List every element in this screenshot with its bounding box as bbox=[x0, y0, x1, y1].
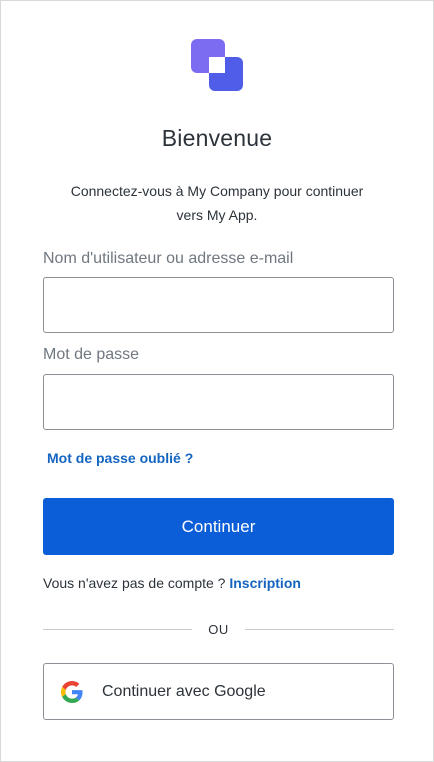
login-card: Bienvenue Connectez-vous à My Company po… bbox=[0, 0, 434, 762]
password-label: Mot de passe bbox=[43, 346, 140, 363]
subtitle-line-2: vers My App. bbox=[176, 207, 258, 223]
page-title: Bienvenue bbox=[161, 125, 273, 151]
or-divider: OU bbox=[43, 619, 394, 639]
divider-label: OU bbox=[208, 621, 229, 637]
app-logo-icon bbox=[191, 39, 243, 91]
username-label: Nom d'utilisateur ou adresse e-mail bbox=[43, 250, 294, 267]
signup-link[interactable]: Inscription bbox=[229, 575, 301, 591]
signup-prompt: Vous n'avez pas de compte ? bbox=[43, 575, 226, 591]
password-input[interactable] bbox=[43, 374, 394, 430]
divider-line-right bbox=[244, 628, 394, 630]
signup-row: Vous n'avez pas de compte ? Inscription bbox=[43, 575, 301, 591]
google-signin-label: Continuer avec Google bbox=[102, 682, 266, 700]
divider-line-left bbox=[43, 628, 193, 630]
continue-button[interactable]: Continuer bbox=[43, 498, 394, 555]
username-input[interactable] bbox=[43, 277, 394, 333]
forgot-password-link[interactable]: Mot de passe oublié ? bbox=[47, 450, 193, 466]
google-signin-button[interactable]: Continuer avec Google bbox=[43, 663, 394, 720]
page-subtitle: Connectez-vous à My Company pour continu… bbox=[41, 179, 393, 227]
google-icon bbox=[61, 680, 83, 703]
subtitle-line-1: Connectez-vous à My Company pour continu… bbox=[70, 183, 364, 199]
